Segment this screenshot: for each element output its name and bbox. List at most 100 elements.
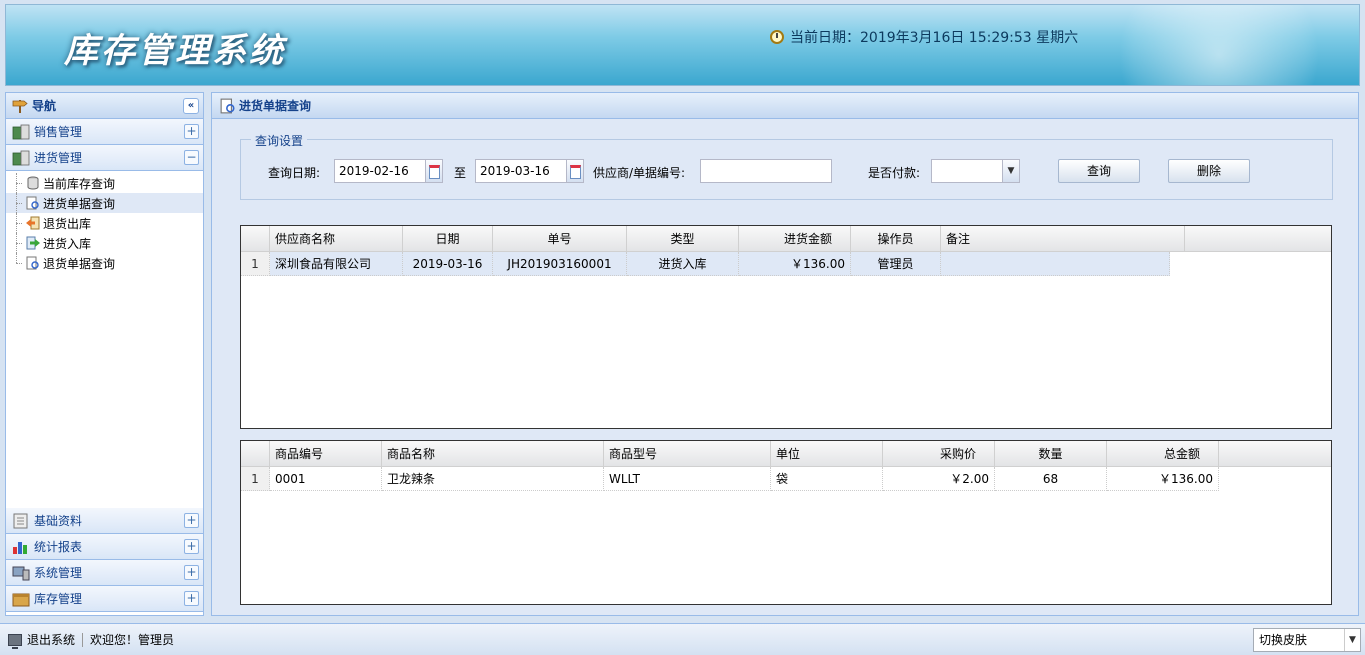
collapse-icon[interactable]: − bbox=[184, 150, 199, 165]
cell-total: ￥136.00 bbox=[1107, 467, 1219, 491]
paid-select[interactable] bbox=[931, 159, 1003, 183]
expand-icon[interactable]: + bbox=[184, 591, 199, 606]
sales-icon bbox=[12, 124, 30, 139]
cell-amount: ￥136.00 bbox=[739, 252, 851, 276]
tree-item-label: 进货单据查询 bbox=[43, 196, 116, 211]
nav-section-label: 进货管理 bbox=[34, 151, 83, 165]
col-header[interactable]: 采购价 bbox=[883, 441, 995, 466]
document-search-icon bbox=[26, 256, 39, 270]
date-from-input[interactable]: 2019-02-16 bbox=[334, 159, 426, 183]
col-header[interactable]: 操作员 bbox=[851, 226, 941, 251]
tree-item-return-query[interactable]: 退货单据查询 bbox=[6, 253, 203, 273]
col-header[interactable]: 商品型号 bbox=[604, 441, 771, 466]
paid-label: 是否付款: bbox=[868, 166, 921, 180]
row-number: 1 bbox=[241, 467, 270, 491]
nav-header: 导航 « bbox=[6, 93, 203, 119]
nav-section-label: 库存管理 bbox=[34, 592, 83, 606]
tree-item-stock-in[interactable]: 进货入库 bbox=[6, 233, 203, 253]
collapse-nav-button[interactable]: « bbox=[183, 98, 199, 114]
cell-model: WLLT bbox=[604, 467, 771, 491]
return-out-icon bbox=[26, 216, 40, 230]
tree-item-label: 退货出库 bbox=[43, 216, 92, 231]
nav-section-purchase[interactable]: 进货管理 − bbox=[6, 145, 203, 171]
orders-grid-header: 供应商名称 日期 单号 类型 进货金额 操作员 备注 bbox=[241, 226, 1331, 252]
supplier-label: 供应商/单据编号: bbox=[593, 166, 686, 180]
app-header: 库存管理系统 当前日期：2019年3月16日 15:29:53 星期六 bbox=[5, 4, 1360, 86]
chart-icon bbox=[13, 541, 27, 554]
date-to-input[interactable]: 2019-03-16 bbox=[475, 159, 567, 183]
cell-type: 进货入库 bbox=[627, 252, 739, 276]
col-header[interactable]: 总金额 bbox=[1107, 441, 1219, 466]
nav-section-label: 统计报表 bbox=[34, 540, 83, 554]
col-header[interactable]: 单位 bbox=[771, 441, 883, 466]
cell-name: 卫龙辣条 bbox=[382, 467, 604, 491]
current-date: 当前日期：2019年3月16日 15:29:53 星期六 bbox=[770, 27, 1078, 47]
col-header[interactable]: 数量 bbox=[995, 441, 1107, 466]
cell-operator: 管理员 bbox=[851, 252, 941, 276]
col-header[interactable]: 备注 bbox=[941, 226, 1185, 251]
col-header[interactable]: 日期 bbox=[403, 226, 493, 251]
logout-link[interactable]: 退出系统 bbox=[27, 631, 75, 648]
nav-section-label: 系统管理 bbox=[34, 566, 83, 580]
supplier-input[interactable] bbox=[700, 159, 832, 183]
alarm-clock-icon bbox=[770, 30, 784, 44]
nav-section-sales[interactable]: 销售管理 + bbox=[6, 119, 203, 145]
delete-button[interactable]: 删除 bbox=[1168, 159, 1250, 183]
calendar-icon[interactable] bbox=[566, 159, 584, 183]
table-row[interactable]: 1 0001 卫龙辣条 WLLT 袋 ￥2.00 68 ￥136.00 bbox=[241, 467, 1331, 491]
app-title: 库存管理系统 bbox=[64, 31, 286, 71]
row-number-header bbox=[241, 441, 270, 466]
nav-section-reports[interactable]: 统计报表 + bbox=[6, 534, 203, 560]
welcome-text: 欢迎您！管理员 bbox=[90, 633, 175, 647]
col-header[interactable]: 商品名称 bbox=[382, 441, 604, 466]
col-header[interactable]: 类型 bbox=[627, 226, 739, 251]
skin-select[interactable]: 切换皮肤 ▼ bbox=[1253, 628, 1361, 652]
status-bar: 退出系统 欢迎您！管理员 切换皮肤 ▼ bbox=[0, 623, 1365, 655]
expand-icon[interactable]: + bbox=[184, 565, 199, 580]
query-settings: 查询设置 查询日期: 2019-02-16 至 2019-03-16 供应商/单… bbox=[240, 132, 1333, 200]
purchase-icon bbox=[12, 150, 30, 165]
expand-icon[interactable]: + bbox=[184, 124, 199, 139]
col-header[interactable]: 商品编号 bbox=[270, 441, 382, 466]
nav-section-label: 销售管理 bbox=[34, 125, 83, 139]
chevron-down-icon[interactable]: ▼ bbox=[1344, 629, 1360, 651]
col-header[interactable]: 进货金额 bbox=[739, 226, 851, 251]
skin-select-value: 切换皮肤 bbox=[1259, 633, 1308, 647]
query-settings-legend: 查询设置 bbox=[251, 132, 308, 149]
row-number-header bbox=[241, 226, 270, 251]
main-body: 查询设置 查询日期: 2019-02-16 至 2019-03-16 供应商/单… bbox=[212, 119, 1358, 615]
document-search-icon bbox=[26, 196, 39, 210]
expand-icon[interactable]: + bbox=[184, 513, 199, 528]
tree-item-purchase-query[interactable]: 进货单据查询 bbox=[6, 193, 203, 213]
system-icon bbox=[12, 566, 30, 580]
calendar-icon[interactable] bbox=[425, 159, 443, 183]
cell-code: 0001 bbox=[270, 467, 382, 491]
nav-section-basic-data[interactable]: 基础资料 + bbox=[6, 508, 203, 534]
date-label: 查询日期: bbox=[268, 166, 321, 180]
nav-section-system[interactable]: 系统管理 + bbox=[6, 560, 203, 586]
basic-data-icon bbox=[13, 513, 28, 528]
nav-section-label: 基础资料 bbox=[34, 514, 83, 528]
table-row[interactable]: 1 深圳食品有限公司 2019-03-16 JH201903160001 进货入… bbox=[241, 252, 1170, 276]
nav-section-inventory[interactable]: 库存管理 + bbox=[6, 586, 203, 612]
tree-item-label: 当前库存查询 bbox=[43, 176, 116, 191]
col-header[interactable]: 单号 bbox=[493, 226, 627, 251]
main-panel-header: 进货单据查询 bbox=[212, 93, 1358, 119]
tree-item-label: 退货单据查询 bbox=[43, 256, 116, 271]
search-button[interactable]: 查询 bbox=[1058, 159, 1140, 183]
tree-item-label: 进货入库 bbox=[43, 236, 92, 251]
cell-remark bbox=[941, 252, 1170, 276]
tree-item-return-out[interactable]: 退货出库 bbox=[6, 213, 203, 233]
document-search-icon bbox=[220, 98, 235, 113]
chevron-down-icon[interactable]: ▼ bbox=[1002, 159, 1020, 183]
cell-price: ￥2.00 bbox=[883, 467, 995, 491]
tree-item-current-stock[interactable]: 当前库存查询 bbox=[6, 173, 203, 193]
col-header[interactable]: 供应商名称 bbox=[270, 226, 403, 251]
to-label: 至 bbox=[454, 166, 467, 180]
expand-icon[interactable]: + bbox=[184, 539, 199, 554]
items-grid: 商品编号 商品名称 商品型号 单位 采购价 数量 总金额 1 0001 卫龙辣条… bbox=[240, 440, 1332, 605]
nav-sidebar: 导航 « 销售管理 + 进货管理 − 当前库存查询 进货单据查询 退货出库 进货… bbox=[5, 92, 204, 616]
orders-grid: 供应商名称 日期 单号 类型 进货金额 操作员 备注 1 深圳食品有限公司 20… bbox=[240, 225, 1332, 429]
cell-supplier: 深圳食品有限公司 bbox=[270, 252, 403, 276]
monitor-icon bbox=[8, 633, 22, 649]
